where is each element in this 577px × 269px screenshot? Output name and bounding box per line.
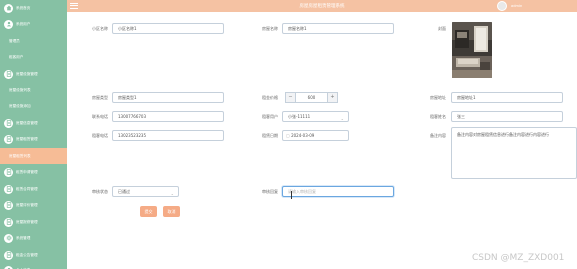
community-input[interactable]: 小区名称1 xyxy=(112,23,224,34)
chevron-down-icon: ⌄ xyxy=(340,116,344,121)
tenant-name-label: 租客姓名 xyxy=(430,114,446,119)
sidebar-item[interactable]: 系统用户 xyxy=(0,16,67,32)
cover-image[interactable] xyxy=(452,22,492,78)
house-type-input[interactable]: 房屋类型1 xyxy=(112,92,224,103)
rent-date-label: 租赁日期 xyxy=(262,133,278,138)
sidebar-item-label: 系统用户 xyxy=(16,21,31,26)
user-icon xyxy=(4,19,13,29)
sidebar-item[interactable]: 租赁合同管理 xyxy=(0,181,67,197)
review-status-label: 审核状态 xyxy=(92,189,108,194)
house-address-input[interactable]: 房屋地址1 xyxy=(451,92,563,103)
sidebar-item-label: 房屋报修管理 xyxy=(16,219,38,224)
sidebar: 系统首页 系统用户 管理员 租客用户 房屋设施管理 房屋设施列表 房屋设施添加 房屋信息管理房… xyxy=(0,0,67,269)
rent-price-label: 租金价格 xyxy=(262,95,278,100)
tenant-phone-input[interactable]: 13023523235 xyxy=(112,130,224,141)
community-label: 小区名称 xyxy=(92,26,108,31)
tenant-user-label: 租客用户 xyxy=(262,114,278,119)
sidebar-item-label: 租赁申请管理 xyxy=(16,169,38,174)
sidebar-item[interactable]: 租赁申请管理 xyxy=(0,164,67,180)
user-name[interactable]: admin xyxy=(511,4,522,8)
gear-icon xyxy=(4,233,13,243)
sidebar-item-label: 房屋信息管理 xyxy=(16,120,38,125)
user-icon xyxy=(4,265,13,269)
calendar-icon: ▢ xyxy=(286,133,290,138)
sidebar-item[interactable]: 房屋报修管理 xyxy=(0,214,67,230)
sidebar-item-label: 房屋租赁列表 xyxy=(9,153,31,158)
house-name-label: 房屋名称 xyxy=(262,26,278,31)
tenant-user-select[interactable]: 小张-11111 ⌄ xyxy=(282,111,349,122)
review-reply-input[interactable]: 请输入审核回复 xyxy=(282,186,394,197)
decrement-button[interactable]: − xyxy=(285,92,296,103)
notes-textarea[interactable]: 备注内容对房屋租赁信息进行备注内容进行内容进行 xyxy=(451,127,577,179)
sidebar-item-label: 房屋设施管理 xyxy=(16,71,38,76)
cancel-button[interactable]: 取消 xyxy=(163,206,180,217)
sidebar-item-label: 系统管理 xyxy=(16,235,31,240)
doc-icon xyxy=(4,250,13,260)
top-header: 房屋房屋租赁管理系统 admin xyxy=(67,0,577,12)
review-status-select[interactable]: 已通过 ⌄ xyxy=(112,186,179,197)
sidebar-item-label: 房屋评价管理 xyxy=(16,202,38,207)
watermark: CSDN @MZ_ZXD001 xyxy=(472,253,565,263)
notes-label: 备注内容 xyxy=(430,133,446,138)
sidebar-item[interactable]: 个人信息 xyxy=(0,262,67,269)
sidebar-item[interactable]: 房屋设施管理 xyxy=(0,66,67,82)
doc-icon xyxy=(4,69,13,79)
sidebar-item[interactable]: 管理员 xyxy=(0,33,67,49)
cover-label: 封面 xyxy=(438,26,446,31)
sidebar-item[interactable]: 房屋租赁管理 xyxy=(0,131,67,147)
review-reply-placeholder: 请输入审核回复 xyxy=(288,189,316,194)
sidebar-item[interactable]: 系统首页 xyxy=(0,0,67,16)
house-address-label: 房屋地址 xyxy=(430,95,446,100)
increment-button[interactable]: + xyxy=(327,92,338,103)
sidebar-item[interactable]: 房屋信息管理 xyxy=(0,115,67,131)
sidebar-item-label: 租金公告管理 xyxy=(16,252,38,257)
contact-phone-input[interactable]: 13007766703 xyxy=(112,111,224,122)
doc-icon xyxy=(4,200,13,210)
doc-icon xyxy=(4,118,13,128)
doc-icon xyxy=(4,217,13,227)
doc-icon xyxy=(4,184,13,194)
mouse-cursor xyxy=(291,191,292,199)
sidebar-item-label: 租赁合同管理 xyxy=(16,186,38,191)
rent-price-stepper[interactable]: 600 xyxy=(296,92,327,103)
sidebar-item-label: 系统首页 xyxy=(16,5,31,10)
review-status-value: 已通过 xyxy=(118,189,130,194)
sidebar-item[interactable]: 房屋设施列表 xyxy=(0,82,67,98)
rent-date-value: 2024-03-09 xyxy=(291,133,315,138)
sidebar-item-label: 房屋租赁管理 xyxy=(16,136,38,141)
chevron-down-icon: ⌄ xyxy=(170,191,174,196)
tenant-name-input[interactable]: 张三 xyxy=(451,111,563,122)
submit-button[interactable]: 提交 xyxy=(140,206,157,217)
tenant-user-value: 小张-11111 xyxy=(288,114,311,119)
rent-date-picker[interactable]: ▢ 2024-03-09 xyxy=(282,130,349,141)
sidebar-item-label: 房屋设施列表 xyxy=(9,87,31,92)
avatar[interactable] xyxy=(497,1,507,11)
sidebar-item[interactable]: 系统管理 xyxy=(0,230,67,246)
sidebar-item[interactable]: 房屋设施添加 xyxy=(0,98,67,114)
tenant-phone-label: 租客电话 xyxy=(92,133,108,138)
doc-icon xyxy=(4,134,13,144)
review-reply-label: 审核回复 xyxy=(262,189,278,194)
doc-icon xyxy=(4,167,13,177)
sidebar-item[interactable]: 租客用户 xyxy=(0,49,67,65)
house-type-label: 房屋类型 xyxy=(92,95,108,100)
sidebar-item-label: 租客用户 xyxy=(9,54,24,59)
sidebar-item[interactable]: 租金公告管理 xyxy=(0,247,67,263)
sidebar-item[interactable]: 房屋租赁列表 xyxy=(0,148,67,164)
contact-phone-label: 联系电话 xyxy=(92,114,108,119)
house-name-input[interactable]: 房屋名称1 xyxy=(282,23,394,34)
sidebar-item-label: 管理员 xyxy=(9,38,20,43)
sidebar-item[interactable]: 房屋评价管理 xyxy=(0,197,67,213)
home-icon xyxy=(4,3,13,13)
sidebar-item-label: 房屋设施添加 xyxy=(9,103,31,108)
